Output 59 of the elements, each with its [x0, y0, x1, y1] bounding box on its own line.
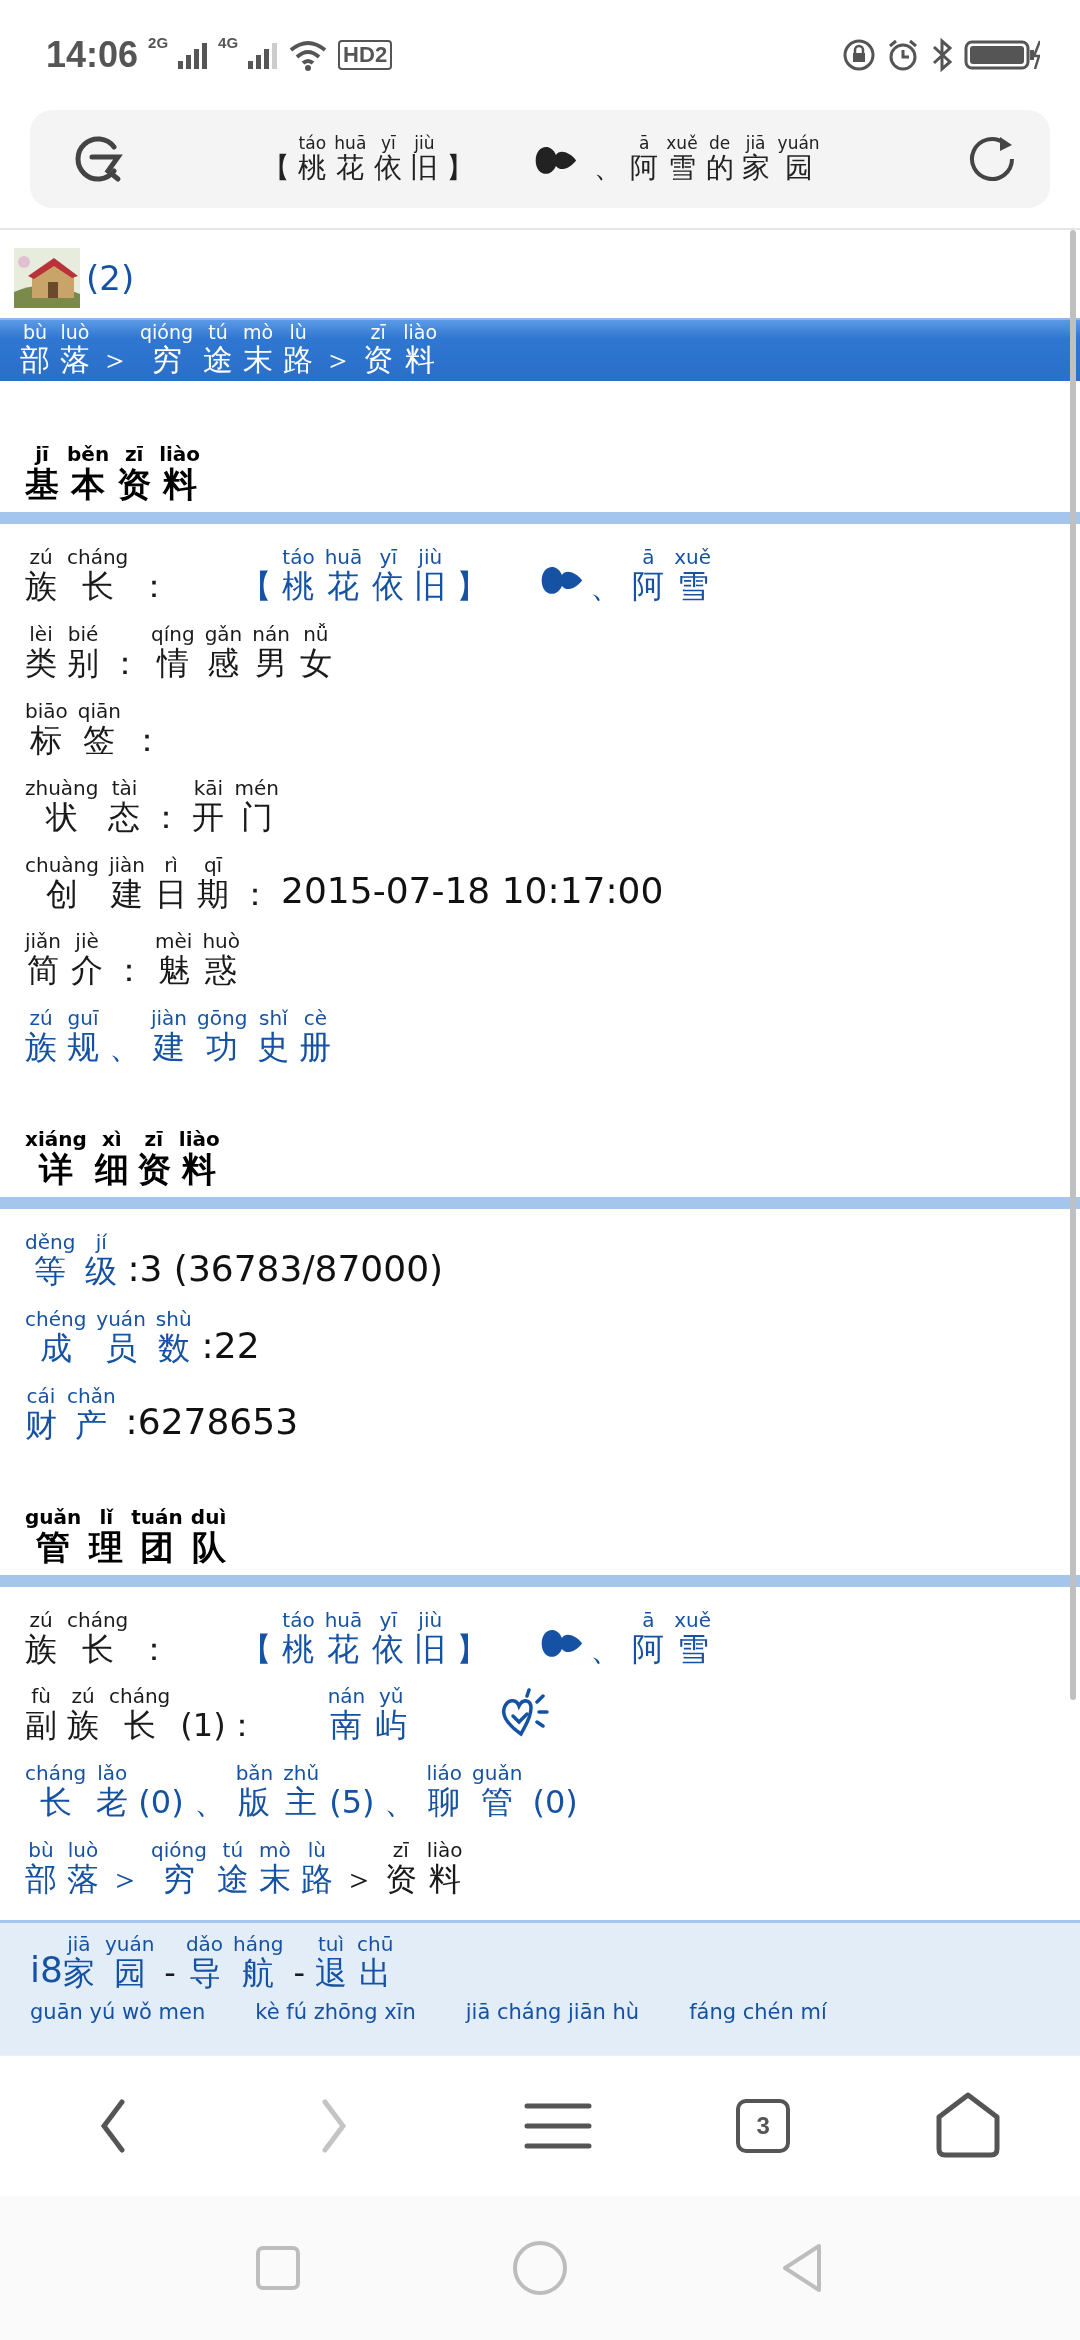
field-value: :3 (36783/87000) — [127, 1246, 444, 1290]
clock: 14:06 — [46, 34, 139, 76]
field-label: - — [164, 1952, 177, 1992]
field-label: zú 族 cháng 长 ： — [25, 546, 172, 606]
page-title: 【 táo 桃 huā 花 yī 依 jiù 旧 】 — [262, 133, 476, 185]
footer-link[interactable]: jiā cháng jiān hù — [465, 1999, 640, 2024]
site-number: i8 — [30, 1948, 63, 1992]
link[interactable]: 、 jiàn 建 gōng 功 shǐ 史 cè 册 — [109, 1007, 342, 1067]
field-label: fù 副 zú 族 cháng 长 (1)： — [25, 1685, 259, 1745]
field-value: :22 — [201, 1323, 260, 1367]
link[interactable]: 【 táo 桃 huā 花 yī 依 jiù 旧 】 — [240, 1608, 499, 1668]
hd-indicator: HD2 — [338, 40, 393, 70]
link[interactable]: 【 táo 桃 huā 花 yī 依 jiù 旧 】 — [240, 546, 499, 606]
link[interactable]: děng 等 jí 级 — [25, 1231, 128, 1290]
battery-icon — [964, 39, 1040, 71]
field-label: ＞ zī 资 liào 料 — [342, 1839, 464, 1898]
link[interactable]: nán 南 yǔ 屿 — [327, 1685, 418, 1745]
field-label: zhuàng 状 tài 态 ： kāi 开 mén 门 — [25, 776, 280, 836]
link[interactable]: jiā 家 yuán 园 — [62, 1932, 165, 1992]
link[interactable]: 、 ā 阿 xuě 雪 — [590, 1608, 722, 1668]
field-label: lèi 类 bié 别 ： qíng 情 gǎn 感 nán 男 nǚ 女 — [25, 623, 333, 683]
field-label: jiǎn 简 jiè 介 ： mèi 魅 huò 惑 — [25, 930, 241, 990]
field-label: zú 族 cháng 长 ： — [25, 1608, 172, 1668]
link[interactable]: 、 liáo 聊 guǎn 管 (0) — [384, 1762, 588, 1822]
wifi-icon — [288, 39, 329, 71]
field-value: 2015-07-18 10:17:00 — [281, 869, 664, 913]
scrollbar[interactable] — [1070, 230, 1076, 1700]
tabs-button[interactable]: 3 — [736, 2099, 791, 2153]
link[interactable]: 、 ā 阿 xuě 雪 — [590, 546, 722, 606]
page-title: 、 ā 阿 xuě 雪 de 的 jiā 家 yuán 园 — [594, 133, 821, 185]
link[interactable]: bù 部 luò 落 — [25, 1839, 109, 1898]
rotation-lock-icon — [842, 38, 876, 72]
link[interactable]: cái 财 chǎn 产 — [25, 1384, 126, 1444]
section-title: jī 基 běn 本 zī 资 liào 料 — [25, 443, 202, 505]
signal-icon — [248, 41, 279, 69]
bluetooth-icon — [930, 38, 954, 72]
link[interactable]: tuì 退 chū 出 — [314, 1932, 404, 1992]
link[interactable]: dǎo 导 háng 航 — [185, 1932, 294, 1992]
network-type: 4G — [218, 34, 239, 51]
field-label: biāo 标 qiān 签 ： — [25, 700, 164, 759]
address-bar[interactable]: 【 táo 桃 huā 花 yī 依 jiù 旧 】 、 ā 阿 xuě 雪 de 的 jiā 家 yuán 园 — [30, 110, 1050, 208]
section-title: guǎn 管 lǐ 理 tuán 团 duì 队 — [25, 1505, 228, 1567]
alarm-icon — [886, 38, 920, 72]
count-label: (2) — [86, 258, 135, 298]
field-label: - — [293, 1952, 306, 1992]
link[interactable]: cháng 长 lǎo 老 (0) — [25, 1762, 194, 1822]
footer-link[interactable]: fáng chén mí — [689, 1999, 827, 2024]
field-value: :6278653 — [125, 1400, 299, 1444]
footer-link[interactable]: guān yú wǒ men — [30, 1999, 206, 2024]
signal-icon — [178, 41, 209, 69]
link[interactable]: chéng 成 yuán 员 shù 数 — [25, 1307, 202, 1367]
link[interactable]: 、 bǎn 版 zhǔ 主 (5) — [193, 1762, 385, 1822]
network-type: 2G — [148, 34, 169, 51]
link[interactable]: ＞ qióng 穷 tú 途 mò 末 lù 路 — [109, 1839, 343, 1898]
section-title: xiáng 详 xì 细 zī 资 liào 料 — [25, 1128, 221, 1190]
breadcrumb-text: bù 部 luò 落 ＞ qióng 穷 tú 途 mò 末 lù 路 ＞ zī 资 liào 料 — [20, 322, 439, 378]
field-label: chuàng 创 jiàn 建 rì 日 qī 期 ： — [25, 853, 273, 913]
footer-link[interactable]: kè fú zhōng xīn — [255, 1999, 416, 2024]
link[interactable]: zú 族 guī 规 — [25, 1007, 109, 1067]
